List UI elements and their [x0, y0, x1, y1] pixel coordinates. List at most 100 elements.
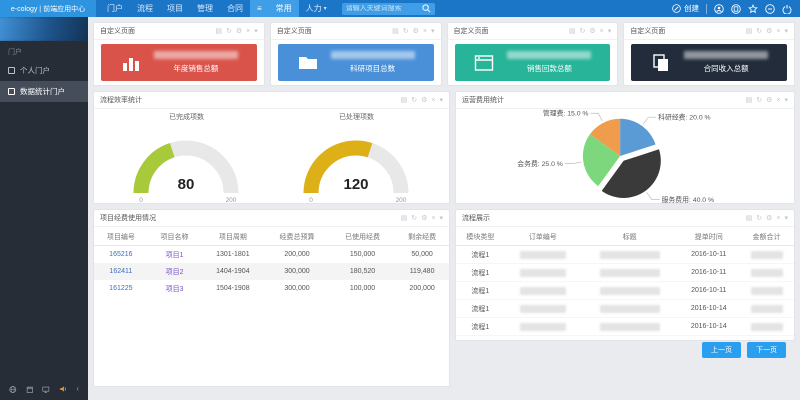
settings-icon[interactable]: ⚙: [766, 28, 772, 35]
panel-stat-2: 自定义页面 ▤↻⚙×▾ 科研项目总数: [270, 22, 442, 86]
chart-icon[interactable]: ▤: [392, 28, 399, 35]
refresh-icon[interactable]: ↻: [403, 28, 409, 35]
menu-toggle-button[interactable]: ≡: [250, 0, 269, 17]
settings-icon[interactable]: ⚙: [589, 28, 595, 35]
chart-icon[interactable]: ▤: [215, 28, 222, 35]
panel-toolbar: ▤↻ ⚙ × ▾: [569, 28, 611, 35]
project-id-link[interactable]: 161225: [109, 285, 132, 292]
collapse-icon[interactable]: ▾: [439, 97, 443, 104]
project-id-link[interactable]: 165216: [109, 251, 132, 258]
globe-icon[interactable]: [9, 385, 17, 394]
nav-menu-item-1[interactable]: 流程: [130, 0, 160, 17]
table-row: 161225项目31504-1908300,000100,000200,000: [94, 280, 449, 297]
panel-stat-1: 自定义页面 ▤↻⚙×▾ 年度销售总额: [93, 22, 265, 86]
project-name-link[interactable]: 项目2: [166, 269, 184, 276]
redacted-order-number: [520, 323, 566, 331]
monitor-icon[interactable]: [42, 385, 50, 394]
close-icon[interactable]: ×: [246, 28, 250, 35]
nav-dropdown-hr[interactable]: 人力▾: [299, 0, 334, 17]
collapse-icon[interactable]: ▾: [608, 28, 612, 35]
close-icon[interactable]: ×: [776, 215, 780, 222]
calendar-icon[interactable]: [26, 385, 34, 394]
table-row: 162411项目21404-1904300,000180,520119,480: [94, 263, 449, 280]
settings-icon[interactable]: ⚙: [236, 28, 242, 35]
nav-menu-item-4[interactable]: 合同: [220, 0, 250, 17]
favorite-star-icon[interactable]: [748, 4, 758, 14]
refresh-icon[interactable]: ↻: [756, 97, 762, 104]
collapse-icon[interactable]: ▾: [431, 28, 435, 35]
close-icon[interactable]: ×: [423, 28, 427, 35]
refresh-icon[interactable]: ↻: [226, 28, 232, 35]
close-icon[interactable]: ×: [776, 28, 780, 35]
settings-icon[interactable]: ⚙: [766, 215, 772, 222]
close-icon[interactable]: ×: [431, 97, 435, 104]
redacted-order-number: [520, 251, 566, 259]
collapse-icon[interactable]: ▾: [439, 215, 443, 222]
pie-leader-line: [643, 117, 656, 124]
sidebar-item-0[interactable]: 个人门户: [0, 60, 88, 81]
sidebar-item-1[interactable]: 数据统计门户: [0, 81, 88, 102]
refresh-icon[interactable]: ↻: [756, 28, 762, 35]
flow-date: 2016-10-11: [678, 282, 739, 300]
refresh-icon[interactable]: ↻: [756, 215, 762, 222]
next-page-button[interactable]: 下一页: [747, 342, 786, 358]
column-header: 标题: [581, 229, 679, 246]
refresh-icon[interactable]: ↻: [411, 97, 417, 104]
redacted-value: [331, 51, 415, 59]
project-name-link[interactable]: 项目3: [166, 286, 184, 293]
gauge-title: 已完成项数: [109, 112, 264, 122]
redacted-subject: [600, 305, 660, 313]
settings-icon[interactable]: ⚙: [421, 97, 427, 104]
settings-icon[interactable]: ⚙: [421, 215, 427, 222]
chart-icon[interactable]: ▤: [746, 28, 753, 35]
panel-title: 运营费用统计: [462, 95, 504, 105]
refresh-icon[interactable]: ↻: [411, 215, 417, 222]
panel-body: 科研项目总数: [271, 40, 441, 85]
collapse-icon[interactable]: ▾: [254, 28, 258, 35]
collapse-icon[interactable]: ▾: [784, 215, 788, 222]
portal-icon: [8, 67, 15, 74]
chart-icon[interactable]: ▤: [746, 215, 753, 222]
close-icon[interactable]: ×: [431, 215, 435, 222]
project-period: 1301-1801: [201, 246, 264, 264]
refresh-icon[interactable]: ↻: [579, 28, 585, 35]
flow-date: 2016-10-11: [678, 264, 739, 282]
search-input[interactable]: [346, 5, 422, 12]
pie-leader-line: [647, 192, 660, 199]
chart-icon[interactable]: ▤: [401, 97, 408, 104]
panel-toolbar: ▤↻ ⚙ × ▾: [401, 97, 443, 104]
nav-menu-active[interactable]: 常用: [269, 0, 299, 17]
nav-dropdown-label: 人力: [306, 3, 322, 14]
pie-label-0: 科研经费: 20.0 %: [658, 113, 711, 122]
speaker-icon[interactable]: [59, 384, 67, 394]
profile-icon[interactable]: [714, 4, 724, 14]
redacted-order-number: [520, 305, 566, 313]
nav-menu-item-3[interactable]: 管理: [190, 0, 220, 17]
redacted-value: [507, 51, 591, 59]
list-item: 流程12016-10-14: [456, 300, 794, 318]
collapse-arrow-icon[interactable]: ‹: [76, 385, 79, 393]
collapse-icon[interactable]: ▾: [784, 28, 788, 35]
panel-toolbar: ▤↻ ⚙ × ▾: [746, 28, 788, 35]
project-name-link[interactable]: 项目1: [166, 252, 184, 259]
power-icon[interactable]: [782, 4, 792, 14]
close-icon[interactable]: ×: [600, 28, 604, 35]
collapse-icon[interactable]: ▾: [784, 97, 788, 104]
close-icon[interactable]: ×: [776, 97, 780, 104]
create-button[interactable]: 创建: [672, 3, 699, 14]
settings-icon[interactable]: ⚙: [413, 28, 419, 35]
nav-menu-item-0[interactable]: 门户: [100, 0, 130, 17]
prev-page-button[interactable]: 上一页: [702, 342, 741, 358]
chart-icon[interactable]: ▤: [569, 28, 576, 35]
project-id-link[interactable]: 162411: [109, 268, 132, 275]
search-icon[interactable]: [422, 4, 431, 13]
pie-label-2: 会务费: 25.0 %: [517, 159, 563, 168]
settings-icon[interactable]: ⚙: [766, 97, 772, 104]
minus-circle-icon[interactable]: [765, 4, 775, 14]
contacts-icon[interactable]: [731, 4, 741, 14]
project-budget: 300,000: [264, 280, 329, 297]
chart-icon[interactable]: ▤: [401, 215, 408, 222]
pencil-icon: [672, 4, 681, 13]
chart-icon[interactable]: ▤: [746, 97, 753, 104]
nav-menu-item-2[interactable]: 项目: [160, 0, 190, 17]
